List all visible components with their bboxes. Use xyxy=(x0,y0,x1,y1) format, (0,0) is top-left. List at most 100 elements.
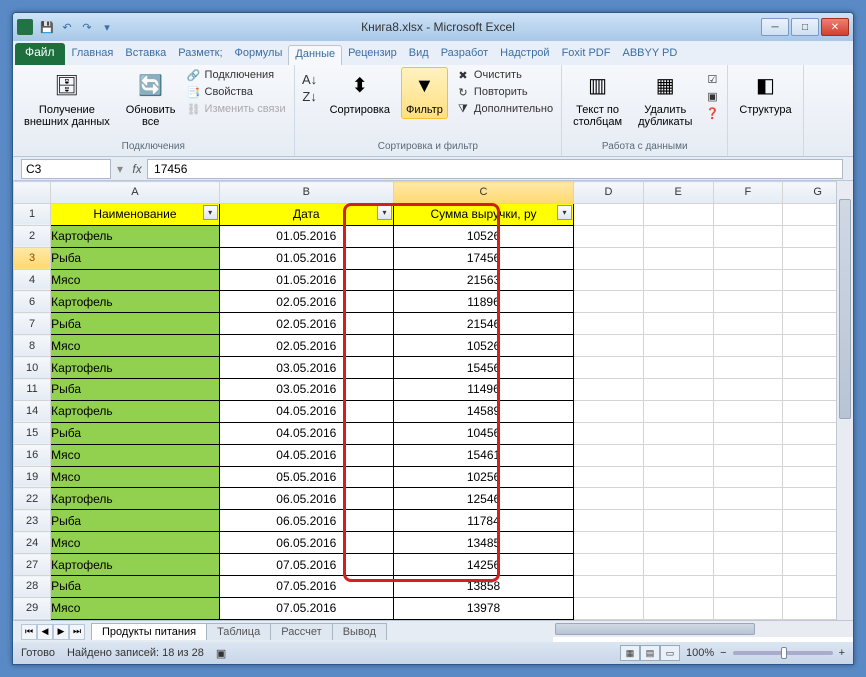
cell-date[interactable]: 05.05.2016 xyxy=(219,466,393,488)
cell-empty[interactable] xyxy=(574,554,644,576)
maximize-button[interactable]: □ xyxy=(791,18,819,36)
cell-empty[interactable] xyxy=(643,422,713,444)
cell-date[interactable]: 07.05.2016 xyxy=(219,554,393,576)
formula-input[interactable]: 17456 xyxy=(147,159,843,179)
vertical-scrollbar[interactable] xyxy=(836,181,853,620)
cell-empty[interactable] xyxy=(574,532,644,554)
advanced-filter-button[interactable]: ⧩Дополнительно xyxy=(454,101,555,117)
cell-empty[interactable] xyxy=(574,357,644,379)
zoom-slider[interactable] xyxy=(733,651,833,655)
connections-button[interactable]: 🔗Подключения xyxy=(185,67,288,83)
sheet-tab-0[interactable]: Продукты питания xyxy=(91,623,207,640)
cell-date[interactable]: 04.05.2016 xyxy=(219,444,393,466)
cell-sum[interactable]: 21546 xyxy=(393,313,573,335)
sheet-nav-last-icon[interactable]: ⏭ xyxy=(69,624,85,640)
cell-sum[interactable]: 10256 xyxy=(393,466,573,488)
filter-button[interactable]: ▼ Фильтр xyxy=(401,67,448,119)
cell-empty[interactable] xyxy=(713,247,783,269)
row-header[interactable]: 7 xyxy=(14,313,51,335)
cell-sum[interactable]: 13858 xyxy=(393,576,573,598)
close-button[interactable]: ✕ xyxy=(821,18,849,36)
cell-empty[interactable] xyxy=(643,203,713,225)
tab-file[interactable]: Файл xyxy=(15,43,65,65)
data-validation-button[interactable]: ☑ xyxy=(703,71,721,87)
cell-name[interactable]: Мясо xyxy=(51,444,219,466)
edit-links-button[interactable]: ⛓Изменить связи xyxy=(185,101,288,117)
filter-dropdown-a[interactable]: ▾ xyxy=(203,205,218,220)
cell-empty[interactable] xyxy=(574,510,644,532)
cell-empty[interactable] xyxy=(574,203,644,225)
row-header[interactable]: 28 xyxy=(14,576,51,598)
tab-foxit pdf[interactable]: Foxit PDF xyxy=(556,45,617,65)
tab-данные[interactable]: Данные xyxy=(288,45,342,65)
row-header[interactable]: 2 xyxy=(14,225,51,247)
cell-empty[interactable] xyxy=(643,269,713,291)
cell-empty[interactable] xyxy=(643,247,713,269)
cell-empty[interactable] xyxy=(574,335,644,357)
cell-sum[interactable]: 17456 xyxy=(393,247,573,269)
cell-empty[interactable] xyxy=(574,466,644,488)
horizontal-scrollbar[interactable] xyxy=(553,620,853,637)
row-header[interactable]: 11 xyxy=(14,379,51,401)
cell-name[interactable]: Картофель xyxy=(51,225,219,247)
tab-abbyy pd[interactable]: ABBYY PD xyxy=(616,45,683,65)
cell-sum[interactable]: 11496 xyxy=(393,379,573,401)
cell-empty[interactable] xyxy=(713,510,783,532)
cell-empty[interactable] xyxy=(643,576,713,598)
cell-date[interactable]: 07.05.2016 xyxy=(219,576,393,598)
remove-duplicates-button[interactable]: ▦ Удалить дубликаты xyxy=(633,67,697,131)
cell-empty[interactable] xyxy=(643,597,713,619)
cell-sum[interactable]: 11784 xyxy=(393,510,573,532)
column-header-A[interactable]: A xyxy=(51,182,219,204)
cell-name[interactable]: Мясо xyxy=(51,269,219,291)
cell-empty[interactable] xyxy=(574,225,644,247)
sheet-nav-first-icon[interactable]: ⏮ xyxy=(21,624,37,640)
cell-empty[interactable] xyxy=(574,247,644,269)
cell-sum[interactable]: 10526 xyxy=(393,335,573,357)
properties-button[interactable]: 📑Свойства xyxy=(185,84,288,100)
cell-empty[interactable] xyxy=(713,466,783,488)
select-all-corner[interactable] xyxy=(14,182,51,204)
view-normal-icon[interactable]: ▦ xyxy=(620,645,640,661)
cell-date[interactable]: 06.05.2016 xyxy=(219,510,393,532)
cell-empty[interactable] xyxy=(643,554,713,576)
refresh-all-button[interactable]: 🔄 Обновить все xyxy=(121,67,181,131)
row-header[interactable]: 4 xyxy=(14,269,51,291)
row-header[interactable]: 3 xyxy=(14,247,51,269)
cell-name[interactable]: Рыба xyxy=(51,313,219,335)
undo-icon[interactable]: ↶ xyxy=(59,19,75,35)
name-box[interactable]: C3 xyxy=(21,159,111,179)
cell-empty[interactable] xyxy=(713,488,783,510)
worksheet-grid[interactable]: ABCDEFG1Наименование▾Дата▾Сумма выручки,… xyxy=(13,181,853,620)
sheet-nav-next-icon[interactable]: ▶ xyxy=(53,624,69,640)
cell-empty[interactable] xyxy=(713,357,783,379)
row-header[interactable]: 8 xyxy=(14,335,51,357)
row-header[interactable]: 23 xyxy=(14,510,51,532)
consolidate-button[interactable]: ▣ xyxy=(703,88,721,104)
cell-empty[interactable] xyxy=(574,422,644,444)
cell-name[interactable]: Картофель xyxy=(51,400,219,422)
cell-date[interactable]: 03.05.2016 xyxy=(219,357,393,379)
redo-icon[interactable]: ↷ xyxy=(79,19,95,35)
cell-date[interactable]: 02.05.2016 xyxy=(219,291,393,313)
cell-date[interactable]: 03.05.2016 xyxy=(219,379,393,401)
sort-desc-button[interactable]: Z↓ xyxy=(301,88,319,104)
cell-empty[interactable] xyxy=(713,225,783,247)
cell-date[interactable]: 01.05.2016 xyxy=(219,225,393,247)
cell-empty[interactable] xyxy=(713,597,783,619)
cell-empty[interactable] xyxy=(574,313,644,335)
cell-empty[interactable] xyxy=(643,444,713,466)
zoom-in-button[interactable]: + xyxy=(839,647,845,659)
macro-record-icon[interactable]: ▣ xyxy=(216,647,226,660)
cell-empty[interactable] xyxy=(713,203,783,225)
cell-empty[interactable] xyxy=(713,379,783,401)
row-header[interactable]: 22 xyxy=(14,488,51,510)
sheet-tab-3[interactable]: Вывод xyxy=(332,623,387,640)
cell-empty[interactable] xyxy=(713,422,783,444)
cell-empty[interactable] xyxy=(643,510,713,532)
sheet-tab-2[interactable]: Рассчет xyxy=(270,623,333,640)
zoom-out-button[interactable]: − xyxy=(720,647,726,659)
row-header[interactable]: 10 xyxy=(14,357,51,379)
cell-empty[interactable] xyxy=(643,225,713,247)
name-box-dropdown-icon[interactable]: ▾ xyxy=(113,162,127,176)
